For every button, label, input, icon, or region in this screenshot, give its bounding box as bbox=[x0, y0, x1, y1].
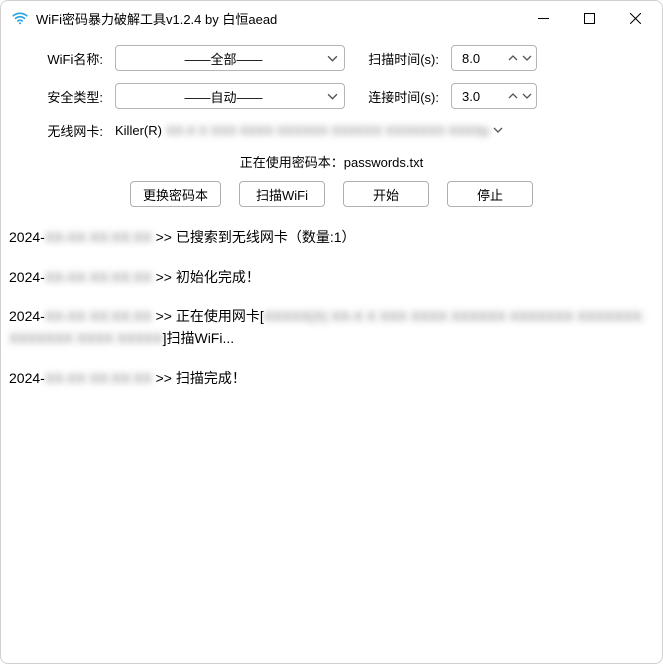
connect-time-value: 3.0 bbox=[462, 89, 508, 104]
wifi-icon bbox=[11, 9, 29, 27]
scan-time-spinner[interactable]: 8.0 bbox=[451, 45, 537, 71]
adapter-select[interactable]: Killer(R) XX-X X XXX XXXX XXXXXX XXXXXX … bbox=[115, 123, 622, 138]
adapter-blurred: XX-X X XXX XXXX XXXXXX XXXXXX XXXXXXX XX… bbox=[166, 123, 489, 138]
chevron-up-icon bbox=[508, 91, 518, 101]
scan-time-label: 扫描时间(s): bbox=[361, 49, 439, 68]
log-entry: 2024-XX-XX XX:XX:XX >> 初始化完成！ bbox=[9, 267, 654, 289]
start-button[interactable]: 开始 bbox=[343, 181, 429, 207]
wifi-name-value: ——全部—— bbox=[126, 49, 321, 68]
password-file-name: passwords.txt bbox=[344, 155, 423, 170]
change-password-button[interactable]: 更换密码本 bbox=[130, 181, 221, 207]
window-controls bbox=[520, 3, 658, 33]
chevron-down-icon bbox=[522, 91, 532, 101]
close-button[interactable] bbox=[612, 3, 658, 33]
adapter-label: 无线网卡: bbox=[41, 121, 103, 140]
security-select[interactable]: ——自动—— bbox=[115, 83, 345, 109]
scan-wifi-button[interactable]: 扫描WiFi bbox=[239, 181, 325, 207]
security-value: ——自动—— bbox=[126, 87, 321, 106]
connect-time-spinner[interactable]: 3.0 bbox=[451, 83, 537, 109]
log-area: 2024-XX-XX XX:XX:XX >> 已搜索到无线网卡（数量:1） 20… bbox=[1, 223, 662, 407]
minimize-button[interactable] bbox=[520, 3, 566, 33]
maximize-button[interactable] bbox=[566, 3, 612, 33]
form-area: WiFi名称: ——全部—— 扫描时间(s): 8.0 安全类型: ——自动——… bbox=[1, 35, 662, 223]
chevron-down-icon bbox=[327, 53, 338, 64]
log-entry: 2024-XX-XX XX:XX:XX >> 已搜索到无线网卡（数量:1） bbox=[9, 227, 654, 249]
wifi-name-label: WiFi名称: bbox=[41, 49, 103, 68]
chevron-up-icon bbox=[508, 53, 518, 63]
app-window: WiFi密码暴力破解工具v1.2.4 by 白恒aead WiFi名称: ——全… bbox=[0, 0, 663, 664]
scan-time-value: 8.0 bbox=[462, 51, 508, 66]
stop-button[interactable]: 停止 bbox=[447, 181, 533, 207]
adapter-prefix: Killer(R) bbox=[115, 123, 162, 138]
security-label: 安全类型: bbox=[41, 87, 103, 106]
titlebar: WiFi密码暴力破解工具v1.2.4 by 白恒aead bbox=[1, 1, 662, 35]
chevron-down-icon bbox=[493, 123, 503, 138]
button-row: 更换密码本 扫描WiFi 开始 停止 bbox=[41, 181, 622, 207]
log-entry: 2024-XX-XX XX:XX:XX >> 扫描完成！ bbox=[9, 368, 654, 390]
wifi-name-select[interactable]: ——全部—— bbox=[115, 45, 345, 71]
password-file-line: 正在使用密码本：passwords.txt bbox=[41, 152, 622, 171]
chevron-down-icon bbox=[522, 53, 532, 63]
chevron-down-icon bbox=[327, 91, 338, 102]
connect-time-label: 连接时间(s): bbox=[361, 87, 439, 106]
window-title: WiFi密码暴力破解工具v1.2.4 by 白恒aead bbox=[36, 9, 520, 28]
log-entry: 2024-XX-XX XX:XX:XX >> 正在使用网卡[XXXXX(X) X… bbox=[9, 306, 654, 349]
